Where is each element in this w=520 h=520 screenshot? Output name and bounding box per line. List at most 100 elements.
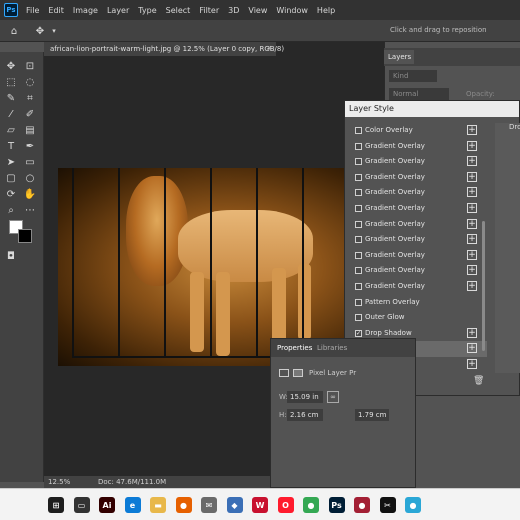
effect-checkbox[interactable]: ✓: [355, 329, 362, 337]
add-effect-icon[interactable]: +: [467, 218, 477, 229]
effect-checkbox[interactable]: [355, 282, 362, 290]
menu-type[interactable]: Type: [138, 6, 156, 15]
add-effect-icon[interactable]: +: [467, 280, 477, 291]
effect-row[interactable]: Gradient Overlay +: [345, 154, 487, 170]
add-effect-icon[interactable]: +: [467, 125, 477, 135]
shape-icon[interactable]: ▢: [5, 172, 17, 184]
add-effect-icon[interactable]: +: [467, 171, 477, 182]
effect-checkbox[interactable]: [355, 189, 362, 197]
effect-checkbox[interactable]: [355, 142, 362, 150]
folder-icon[interactable]: ▬: [150, 497, 166, 513]
add-effect-icon[interactable]: +: [467, 140, 477, 151]
marquee-icon[interactable]: ⬚: [5, 76, 17, 88]
add-effect-icon[interactable]: +: [467, 202, 477, 213]
effect-row[interactable]: Gradient Overlay +: [345, 232, 487, 248]
hand-icon[interactable]: ✋: [24, 188, 36, 200]
layer-kind-filter[interactable]: Kind: [389, 70, 437, 82]
effect-row[interactable]: Gradient Overlay +: [345, 248, 487, 264]
app-icon-4[interactable]: ●: [405, 497, 421, 513]
rectangle-icon[interactable]: ▭: [24, 156, 36, 168]
tab-properties[interactable]: Properties: [277, 344, 312, 352]
tab-layers[interactable]: Layers: [384, 50, 414, 64]
eyedropper-icon[interactable]: ⁄: [5, 108, 17, 120]
effect-checkbox[interactable]: [355, 314, 362, 322]
path-select-icon[interactable]: ➤: [5, 156, 17, 168]
menu-select[interactable]: Select: [166, 6, 191, 15]
close-icon[interactable]: ×: [266, 44, 272, 52]
add-effect-icon[interactable]: +: [467, 265, 477, 276]
app-icon[interactable]: ✉: [201, 497, 217, 513]
add-effect-icon[interactable]: +: [467, 234, 477, 245]
link-icon[interactable]: ∞: [327, 391, 339, 403]
app-icon-3[interactable]: ●: [354, 497, 370, 513]
menu-window[interactable]: Window: [276, 6, 308, 15]
effect-row[interactable]: Gradient Overlay +: [345, 217, 487, 233]
brush-icon[interactable]: ✐: [24, 108, 36, 120]
photoshop-icon[interactable]: Ps: [328, 497, 345, 513]
effect-row[interactable]: Gradient Overlay +: [345, 170, 487, 186]
type-icon[interactable]: T: [5, 140, 17, 152]
lasso-icon[interactable]: ◌: [24, 76, 36, 88]
menu-edit[interactable]: Edit: [48, 6, 64, 15]
add-effect-icon[interactable]: +: [467, 358, 477, 369]
menu-file[interactable]: File: [26, 6, 39, 15]
menu-view[interactable]: View: [248, 6, 267, 15]
effect-checkbox[interactable]: [355, 204, 362, 212]
chevron-down-icon[interactable]: ▾: [48, 25, 60, 37]
eraser-icon[interactable]: ▱: [5, 124, 17, 136]
more-tools-icon[interactable]: ⋯: [24, 204, 36, 216]
background-color-swatch[interactable]: [18, 229, 32, 243]
add-effect-icon[interactable]: +: [467, 327, 477, 338]
mask-icon[interactable]: [293, 369, 303, 377]
effect-checkbox[interactable]: [355, 298, 362, 306]
ellipse-icon[interactable]: ○: [24, 172, 36, 184]
crop-icon[interactable]: ⌗: [24, 92, 36, 104]
edge-icon[interactable]: e: [124, 497, 141, 513]
wps-icon[interactable]: W: [252, 497, 268, 513]
tab-libraries[interactable]: Libraries: [317, 344, 347, 352]
zoom-level[interactable]: 12.5%: [48, 478, 70, 486]
home-icon[interactable]: ⌂: [8, 25, 20, 37]
gradient-icon[interactable]: ▤: [24, 124, 36, 136]
menu-3d[interactable]: 3D: [228, 6, 239, 15]
zoom-icon[interactable]: ⌕: [5, 204, 17, 216]
effect-checkbox[interactable]: [355, 173, 362, 181]
menu-filter[interactable]: Filter: [199, 6, 219, 15]
chrome-icon[interactable]: ●: [303, 497, 319, 513]
effect-row[interactable]: Pattern Overlay: [345, 295, 487, 311]
start-icon[interactable]: ⊞: [48, 497, 64, 513]
x-position-field[interactable]: 2.16 cm: [287, 409, 323, 421]
effect-checkbox[interactable]: [355, 267, 362, 275]
pen-icon[interactable]: ✒: [24, 140, 36, 152]
menu-help[interactable]: Help: [317, 6, 335, 15]
effect-checkbox[interactable]: [355, 158, 362, 166]
app-icon-2[interactable]: ◆: [226, 497, 243, 513]
effects-scrollbar[interactable]: [482, 221, 485, 351]
quick-select-icon[interactable]: ✎: [5, 92, 17, 104]
effect-row[interactable]: Gradient Overlay +: [345, 185, 487, 201]
effect-row[interactable]: Color Overlay +: [345, 123, 487, 139]
capcut-icon[interactable]: ✂: [379, 497, 396, 513]
menu-image[interactable]: Image: [73, 6, 98, 15]
add-effect-icon[interactable]: +: [467, 249, 477, 260]
firefox-icon[interactable]: ●: [175, 497, 192, 513]
blend-mode-select[interactable]: Normal: [389, 88, 449, 100]
effect-row[interactable]: Gradient Overlay +: [345, 279, 487, 295]
illustrator-icon[interactable]: Ai: [99, 497, 115, 513]
add-effect-icon[interactable]: +: [467, 156, 477, 167]
artboard-icon[interactable]: ⊡: [24, 60, 36, 72]
menu-layer[interactable]: Layer: [107, 6, 129, 15]
document-tab[interactable]: african-lion-portrait-warm-light.jpg @ 1…: [44, 42, 284, 56]
opera-icon[interactable]: O: [277, 497, 294, 513]
effect-checkbox[interactable]: [355, 127, 362, 134]
rotate-view-icon[interactable]: ⟳: [5, 188, 17, 200]
taskview-icon[interactable]: ▭: [73, 497, 90, 513]
y-position-field[interactable]: 1.79 cm: [355, 409, 389, 421]
quick-mask-icon[interactable]: ◘: [5, 250, 17, 262]
add-effect-icon[interactable]: +: [467, 187, 477, 198]
add-effect-icon[interactable]: +: [467, 343, 477, 354]
effect-checkbox[interactable]: [355, 220, 362, 228]
move-icon[interactable]: ✥: [5, 60, 17, 72]
effect-row[interactable]: Gradient Overlay +: [345, 201, 487, 217]
effect-checkbox[interactable]: [355, 236, 362, 244]
